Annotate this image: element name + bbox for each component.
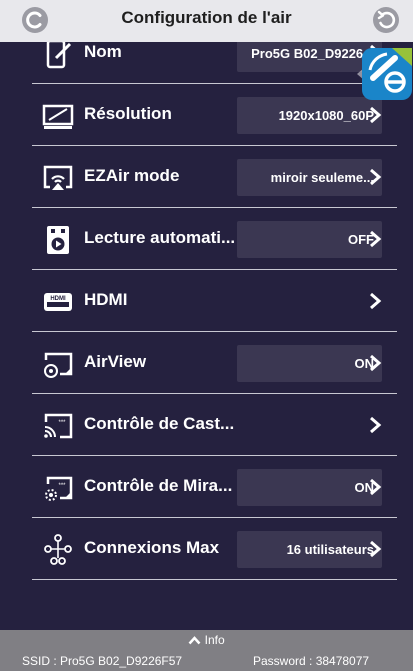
cast-control-icon: *** bbox=[44, 413, 73, 439]
chevron-right-icon bbox=[370, 230, 382, 248]
setting-label: Connexions Max bbox=[84, 538, 220, 557]
chevron-right-icon bbox=[370, 416, 382, 434]
setting-row-cast-control[interactable]: *** Contrôle de Cast... bbox=[32, 394, 397, 456]
setting-value[interactable]: ON bbox=[237, 469, 382, 506]
setting-row-airview[interactable]: AirView ON bbox=[32, 332, 397, 394]
miracast-control-icon: *** bbox=[45, 476, 73, 501]
chevron-right-icon bbox=[370, 540, 382, 558]
chevron-up-icon bbox=[188, 636, 201, 645]
page-title: Configuration de l'air bbox=[121, 8, 292, 27]
svg-text:HDMI: HDMI bbox=[50, 296, 66, 302]
device-edit-icon bbox=[46, 42, 72, 69]
password-text: Password : 38478077 bbox=[253, 654, 370, 668]
setting-label: Lecture automati... bbox=[84, 228, 236, 247]
setting-row-miracast-control[interactable]: *** Contrôle de Mira... ON bbox=[32, 456, 397, 518]
chevron-right-icon bbox=[370, 292, 382, 310]
chevron-right-icon bbox=[370, 168, 382, 186]
setting-label: Nom bbox=[84, 42, 122, 61]
svg-text:***: *** bbox=[58, 420, 66, 426]
setting-value[interactable]: miroir seuleme... bbox=[237, 159, 382, 196]
setting-row-resolution[interactable]: Résolution 1920x1080_60P bbox=[32, 84, 397, 146]
setting-label: Résolution bbox=[84, 104, 172, 123]
autoplay-icon bbox=[47, 226, 69, 254]
info-label: Info bbox=[204, 633, 225, 647]
ssid-text: SSID : Pro5G B02_D9226F57 bbox=[22, 654, 183, 668]
chevron-right-icon bbox=[370, 106, 382, 124]
setting-label: AirView bbox=[84, 352, 147, 371]
setting-row-max-connections[interactable]: Connexions Max 16 utilisateurs bbox=[32, 518, 397, 580]
airview-icon bbox=[44, 352, 73, 378]
setting-label: EZAir mode bbox=[84, 166, 180, 185]
setting-label: Contrôle de Cast... bbox=[84, 414, 235, 433]
top-bar: Configuration de l'air bbox=[0, 0, 413, 42]
chevron-right-icon bbox=[370, 354, 382, 372]
hdmi-icon: HDMI bbox=[44, 293, 72, 311]
setting-value[interactable]: ON bbox=[237, 345, 382, 382]
monitor-icon bbox=[42, 104, 74, 129]
setting-row-hdmi[interactable]: HDMI HDMI bbox=[32, 270, 397, 332]
chevron-right-icon bbox=[370, 478, 382, 496]
setting-row-name[interactable]: Nom Pro5G B02_D9226... bbox=[32, 42, 397, 84]
setting-value[interactable]: OFF bbox=[237, 221, 382, 258]
info-toggle[interactable]: Info bbox=[0, 633, 413, 647]
setting-row-autoplay[interactable]: Lecture automati... OFF bbox=[32, 208, 397, 270]
ezcast-floating-icon[interactable] bbox=[357, 44, 413, 104]
setting-label: HDMI bbox=[84, 290, 128, 309]
divider bbox=[32, 579, 397, 580]
info-panel: Info SSID : Pro5G B02_D9226F57 Password … bbox=[0, 630, 413, 671]
refresh-icon[interactable] bbox=[371, 5, 401, 35]
settings-list: Nom Pro5G B02_D9226... Résolution 1920x1… bbox=[0, 42, 413, 630]
network-nodes-icon bbox=[44, 534, 72, 565]
setting-label: Contrôle de Mira... bbox=[84, 476, 233, 495]
setting-value[interactable]: 16 utilisateurs bbox=[237, 531, 382, 568]
cast-screen-icon bbox=[43, 165, 73, 190]
setting-row-ezair-mode[interactable]: EZAir mode miroir seuleme... bbox=[32, 146, 397, 208]
svg-text:***: *** bbox=[58, 483, 66, 489]
